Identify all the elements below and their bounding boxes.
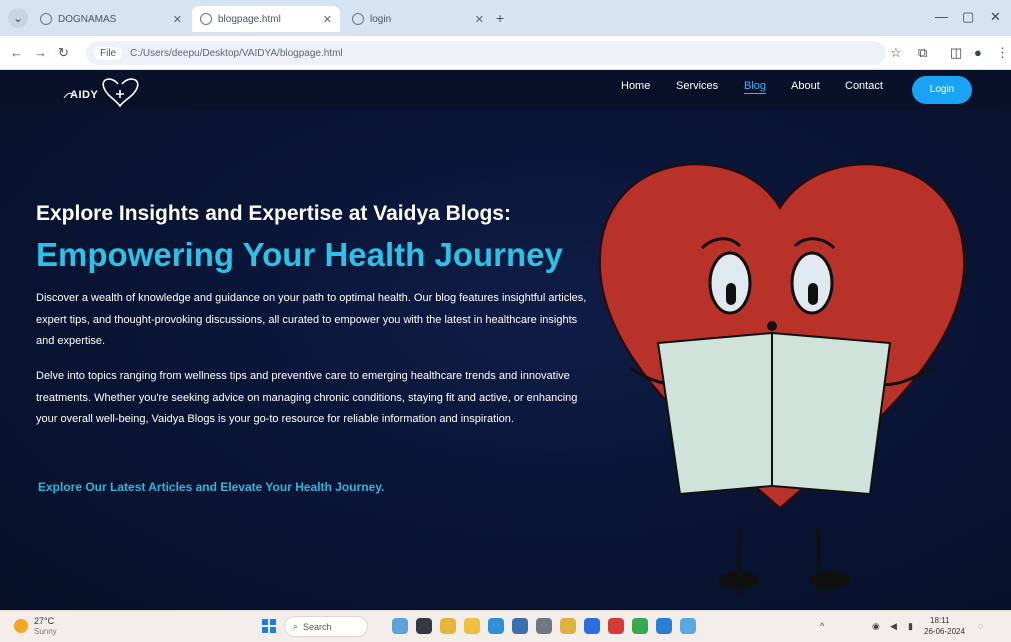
search-label: Search — [303, 621, 332, 632]
clock-date[interactable]: 26-06-2024 — [924, 627, 965, 636]
folder-icon[interactable] — [464, 618, 480, 634]
tab-title: DOGNAMAS — [58, 13, 117, 25]
minimize-icon[interactable]: — — [935, 9, 948, 24]
globe-icon — [352, 13, 364, 25]
site-navbar: AIDY Home Services Blog About Contact Lo… — [0, 70, 1011, 110]
nav-blog[interactable]: Blog — [744, 80, 767, 94]
topics-paragraph: Delve into topics ranging from wellness … — [36, 370, 578, 425]
address-toolbar: ← → ↻ File C:/Users/deepu/Desktop/VAIDYA… — [0, 36, 1011, 70]
intro-paragraph: Discover a wealth of knowledge and guida… — [36, 292, 587, 347]
nav-about[interactable]: About — [791, 80, 820, 92]
hero-subtitle: Explore Insights and Expertise at Vaidya… — [36, 202, 511, 225]
windows-taskbar: 27°C Sunny ⌕ Search ^ ◉ ◀ ▮ 18:11 26-06-… — [0, 610, 1011, 642]
taskbar-search[interactable]: ⌕ Search — [284, 616, 368, 637]
vscode-icon[interactable] — [656, 618, 672, 634]
page-viewport: AIDY Home Services Blog About Contact Lo… — [0, 70, 1011, 610]
settings-icon[interactable] — [536, 618, 552, 634]
logo-text: AIDY — [70, 89, 99, 101]
battery-icon[interactable]: ▮ — [908, 621, 913, 632]
widgets-icon[interactable] — [392, 618, 408, 634]
reload-icon[interactable]: ↻ — [58, 45, 69, 61]
volume-icon[interactable]: ◀ — [890, 621, 897, 632]
media-icon[interactable] — [608, 618, 624, 634]
tab-title: login — [370, 13, 392, 25]
weather-description[interactable]: Sunny — [34, 627, 57, 636]
wifi-icon[interactable]: ◉ — [872, 621, 880, 632]
browser-tab-3[interactable]: login ✕ — [344, 6, 492, 32]
globe-icon — [40, 13, 52, 25]
search-icon: ⌕ — [293, 621, 299, 631]
notes-icon[interactable] — [560, 618, 576, 634]
heart-reading-book-illustration — [598, 163, 966, 598]
close-window-icon[interactable]: ✕ — [990, 9, 1001, 25]
left-shoe-icon — [718, 571, 758, 589]
login-button[interactable]: Login — [912, 76, 972, 104]
globe-icon — [200, 13, 212, 25]
store-icon[interactable] — [512, 618, 528, 634]
browser-app-icon[interactable] — [680, 618, 696, 634]
profile-icon[interactable]: ● — [974, 45, 982, 60]
close-tab-icon[interactable]: ✕ — [173, 13, 182, 26]
edge-icon[interactable] — [488, 618, 504, 634]
star-icon[interactable]: ☆ — [890, 45, 902, 61]
forward-icon[interactable]: → — [34, 45, 47, 60]
task-view-icon[interactable] — [416, 618, 432, 634]
explore-articles-link[interactable]: Explore Our Latest Articles and Elevate … — [38, 480, 384, 494]
mail-icon[interactable] — [584, 618, 600, 634]
chrome-icon[interactable] — [632, 618, 648, 634]
close-tab-icon[interactable]: ✕ — [323, 13, 332, 26]
nav-services[interactable]: Services — [676, 80, 718, 92]
close-tab-icon[interactable]: ✕ — [475, 13, 484, 26]
nav-home[interactable]: Home — [621, 80, 650, 92]
hero-title: Empowering Your Health Journey — [36, 236, 563, 273]
extensions-icon[interactable]: ⧉ — [918, 45, 927, 61]
new-tab-button[interactable]: + — [496, 10, 504, 26]
address-bar[interactable]: File C:/Users/deepu/Desktop/VAIDYA/blogp… — [86, 41, 886, 65]
sun-icon[interactable] — [14, 619, 28, 633]
tab-title: blogpage.html — [218, 13, 281, 25]
url-text[interactable]: C:/Users/deepu/Desktop/VAIDYA/blogpage.h… — [130, 48, 343, 59]
file-explorer-icon[interactable] — [440, 618, 456, 634]
menu-icon[interactable]: ⋮ — [996, 45, 1009, 61]
browser-tab-2[interactable]: blogpage.html ✕ — [192, 6, 340, 32]
back-icon[interactable]: ← — [10, 45, 23, 60]
maximize-icon[interactable]: ▢ — [962, 9, 974, 25]
nav-contact[interactable]: Contact — [845, 80, 883, 92]
chevron-up-icon[interactable]: ^ — [820, 621, 824, 631]
start-button[interactable] — [262, 619, 276, 633]
weather-temperature[interactable]: 27°C — [34, 616, 54, 626]
sidebar-icon[interactable]: ◫ — [950, 45, 962, 61]
file-chip[interactable]: File — [94, 46, 123, 60]
right-shoe-icon — [810, 571, 850, 589]
browser-tab-1[interactable]: DOGNAMAS ✕ — [32, 6, 190, 32]
clock-time[interactable]: 18:11 — [930, 616, 949, 625]
browser-tab-bar: ⌄ DOGNAMAS ✕ blogpage.html ✕ login ✕ + —… — [0, 0, 1011, 36]
tab-actions-icon[interactable]: ⌄ — [8, 8, 28, 28]
notification-icon[interactable]: ◌ — [978, 621, 983, 631]
